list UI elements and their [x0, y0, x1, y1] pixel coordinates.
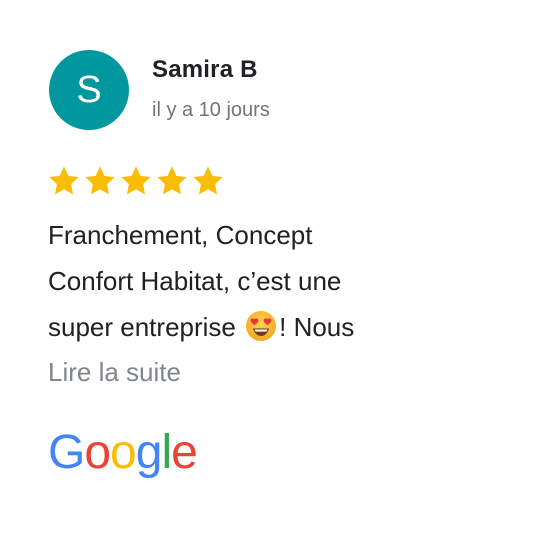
google-logo-letter: o: [84, 426, 110, 479]
star-icon: [121, 166, 151, 195]
google-logo-icon[interactable]: Google: [48, 424, 198, 484]
reviewer-name[interactable]: Samira B: [152, 56, 258, 84]
review-text-segment: super entreprise: [48, 312, 236, 342]
star-icon: [85, 166, 115, 195]
svg-text:Google: Google: [48, 426, 197, 479]
review-text-line: Franchement, Concept: [48, 220, 313, 250]
avatar[interactable]: S: [49, 50, 129, 130]
review-text: Franchement, Concept Confort Habitat, c’…: [48, 212, 448, 350]
read-more-link[interactable]: Lire la suite: [48, 350, 181, 394]
review-card: S Samira B il y a 10 jours Franchement, …: [0, 0, 560, 540]
star-icon: [157, 166, 187, 195]
google-logo-letter: l: [161, 426, 171, 479]
star-icon: [49, 166, 79, 195]
star-rating: [47, 164, 225, 198]
star-icon: [193, 166, 223, 195]
google-logo-letter: e: [171, 426, 197, 479]
review-date: il y a 10 jours: [152, 99, 270, 121]
review-text-line: super entreprise ! Nous: [48, 304, 448, 350]
avatar-initial: S: [76, 68, 102, 111]
google-logo-letter: G: [48, 426, 84, 479]
review-text-segment: ! Nous: [279, 312, 355, 342]
review-text-line: Confort Habitat, c’est une: [48, 266, 342, 296]
google-logo-letter: g: [136, 426, 162, 479]
heart-eyes-emoji-icon: [246, 311, 277, 341]
google-logo-letter: o: [110, 426, 136, 479]
